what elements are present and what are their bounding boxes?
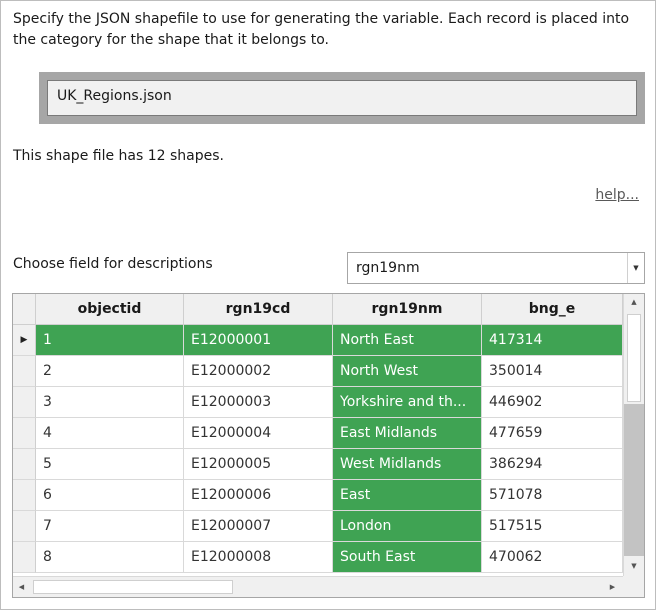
table-row[interactable]: ▶ 1 E12000001 North East 417314	[13, 325, 623, 356]
table-row[interactable]: 6 E12000006 East 571078	[13, 480, 623, 511]
cell-bng-e[interactable]: 517515	[482, 511, 623, 542]
shapefile-panel: Specify the JSON shapefile to use for ge…	[0, 0, 656, 610]
table-row[interactable]: 7 E12000007 London 517515	[13, 511, 623, 542]
scroll-up-icon[interactable]: ▲	[624, 294, 644, 311]
row-header[interactable]	[13, 542, 36, 573]
cell-rgn19nm[interactable]: East	[333, 480, 482, 511]
cell-bng-e[interactable]: 350014	[482, 356, 623, 387]
description-field-label: Choose field for descriptions	[13, 256, 213, 272]
column-header-rgn19nm[interactable]: rgn19nm	[333, 294, 482, 325]
table-row[interactable]: 8 E12000008 South East 470062	[13, 542, 623, 573]
vertical-scroll-track[interactable]	[624, 404, 644, 556]
scroll-right-icon[interactable]: ▶	[604, 577, 621, 597]
cell-bng-e[interactable]: 477659	[482, 418, 623, 449]
cell-rgn19nm[interactable]: East Midlands	[333, 418, 482, 449]
cell-bng-e[interactable]: 470062	[482, 542, 623, 573]
row-header[interactable]	[13, 511, 36, 542]
column-header-bng-e[interactable]: bng_e	[482, 294, 623, 325]
cell-rgn19nm[interactable]: South East	[333, 542, 482, 573]
table-row[interactable]: 2 E12000002 North West 350014	[13, 356, 623, 387]
column-header-objectid[interactable]: objectid	[36, 294, 184, 325]
row-header[interactable]	[13, 480, 36, 511]
scroll-down-icon[interactable]: ▼	[624, 558, 644, 575]
cell-rgn19cd[interactable]: E12000003	[184, 387, 333, 418]
column-header-rgn19cd[interactable]: rgn19cd	[184, 294, 333, 325]
description-field-value: rgn19nm	[356, 260, 420, 276]
table-row[interactable]: 5 E12000005 West Midlands 386294	[13, 449, 623, 480]
vertical-scroll-thumb[interactable]	[627, 314, 641, 402]
row-header[interactable]	[13, 449, 36, 480]
shape-count-text: This shape file has 12 shapes.	[13, 148, 224, 164]
cell-rgn19nm[interactable]: North West	[333, 356, 482, 387]
cell-rgn19cd[interactable]: E12000006	[184, 480, 333, 511]
cell-objectid[interactable]: 4	[36, 418, 184, 449]
row-header[interactable]	[13, 418, 36, 449]
row-header[interactable]	[13, 356, 36, 387]
help-link[interactable]: help...	[595, 187, 639, 203]
cell-rgn19cd[interactable]: E12000007	[184, 511, 333, 542]
records-grid[interactable]: objectid rgn19cd rgn19nm bng_e ▶ 1 E120000…	[12, 293, 645, 598]
cell-rgn19nm[interactable]: West Midlands	[333, 449, 482, 480]
cell-bng-e[interactable]: 446902	[482, 387, 623, 418]
row-header[interactable]	[13, 387, 36, 418]
table-row[interactable]: 3 E12000003 Yorkshire and th... 446902	[13, 387, 623, 418]
scrollbar-corner	[623, 576, 644, 597]
chevron-down-icon[interactable]: ▼	[627, 253, 644, 283]
cell-objectid[interactable]: 2	[36, 356, 184, 387]
cell-rgn19cd[interactable]: E12000008	[184, 542, 333, 573]
intro-text: Specify the JSON shapefile to use for ge…	[13, 11, 630, 48]
cell-objectid[interactable]: 6	[36, 480, 184, 511]
file-box: UK_Regions.json	[39, 72, 645, 124]
cell-objectid[interactable]: 3	[36, 387, 184, 418]
cell-bng-e[interactable]: 386294	[482, 449, 623, 480]
cell-bng-e[interactable]: 417314	[482, 325, 623, 356]
cell-rgn19nm[interactable]: Yorkshire and th...	[333, 387, 482, 418]
cell-rgn19cd[interactable]: E12000005	[184, 449, 333, 480]
description-field-select[interactable]: rgn19nm ▼	[347, 252, 645, 284]
cell-objectid[interactable]: 5	[36, 449, 184, 480]
cell-objectid[interactable]: 1	[36, 325, 184, 356]
cell-rgn19cd[interactable]: E12000002	[184, 356, 333, 387]
cell-bng-e[interactable]: 571078	[482, 480, 623, 511]
cell-rgn19cd[interactable]: E12000004	[184, 418, 333, 449]
row-header-corner	[13, 294, 36, 325]
horizontal-scrollbar[interactable]: ◀ ▶	[13, 576, 623, 597]
scroll-left-icon[interactable]: ◀	[13, 577, 30, 597]
cell-rgn19nm[interactable]: London	[333, 511, 482, 542]
shapefile-name-field[interactable]: UK_Regions.json	[47, 80, 637, 116]
cell-rgn19cd[interactable]: E12000001	[184, 325, 333, 356]
vertical-scrollbar[interactable]: ▲ ▼	[623, 294, 644, 576]
current-row-indicator-icon[interactable]: ▶	[13, 325, 36, 356]
horizontal-scroll-thumb[interactable]	[33, 580, 233, 594]
cell-rgn19nm[interactable]: North East	[333, 325, 482, 356]
table-row[interactable]: 4 E12000004 East Midlands 477659	[13, 418, 623, 449]
cell-objectid[interactable]: 7	[36, 511, 184, 542]
cell-objectid[interactable]: 8	[36, 542, 184, 573]
